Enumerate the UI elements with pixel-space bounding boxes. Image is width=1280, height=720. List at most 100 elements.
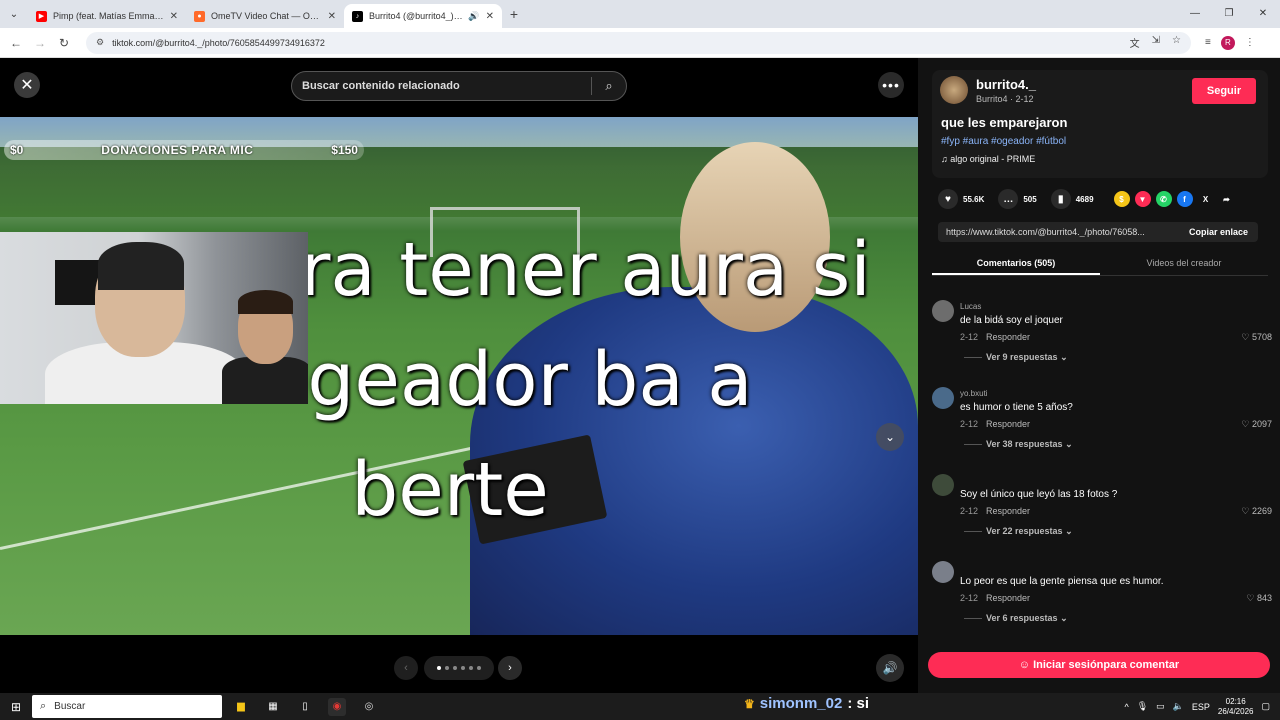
repost-icon[interactable]: ▼ xyxy=(1134,191,1151,207)
carousel-dot[interactable] xyxy=(453,666,457,670)
tray-expand-icon[interactable]: ^ xyxy=(1124,702,1128,712)
view-replies[interactable]: Ver 22 respuestas ⌄ xyxy=(964,526,1073,537)
carousel-dot[interactable] xyxy=(437,666,441,670)
url-field[interactable]: ⚙ tiktok.com/@burrito4._/photo/760585449… xyxy=(86,31,1191,54)
new-tab-button[interactable]: + xyxy=(502,6,526,22)
install-app-icon[interactable]: ⇲ xyxy=(1152,35,1160,50)
comment-like[interactable]: ♡ 843 xyxy=(1246,593,1272,604)
close-tab-icon[interactable]: ✕ xyxy=(486,11,494,22)
facebook-icon[interactable]: f xyxy=(1176,191,1193,207)
address-bar-row: ← → ↻ ⚙ tiktok.com/@burrito4._/photo/760… xyxy=(0,28,1280,58)
comment-item: yo.bxuti es humor o tiene 5 años? 2-12 Re… xyxy=(932,379,1272,466)
comment-item: Soy el único que leyó las 18 fotos ? 2-1… xyxy=(932,466,1272,553)
post-link[interactable]: https://www.tiktok.com/@burrito4._/photo… xyxy=(938,227,1179,237)
close-viewer-button[interactable]: ✕ xyxy=(14,72,40,98)
commenter-avatar[interactable] xyxy=(932,561,954,583)
save-count: 4689 xyxy=(1075,194,1094,204)
comment-like[interactable]: ♡ 2097 xyxy=(1241,419,1272,430)
related-search-box[interactable]: Buscar contenido relacionado ⌕ xyxy=(291,71,627,101)
tab-comments[interactable]: Comentarios (505) xyxy=(932,254,1100,275)
commenter-avatar[interactable] xyxy=(932,300,954,322)
carousel-dot[interactable] xyxy=(469,666,473,670)
clock[interactable]: 02:16 26/4/2026 xyxy=(1218,697,1254,717)
webcam-headset xyxy=(98,242,184,290)
next-photo-button[interactable]: › xyxy=(498,656,522,680)
document-icon[interactable]: ▯ xyxy=(296,698,314,716)
view-replies[interactable]: Ver 6 respuestas ⌄ xyxy=(964,613,1068,624)
carousel-dot[interactable] xyxy=(461,666,465,670)
commenter-name[interactable]: Lucas xyxy=(960,302,981,311)
reply-button[interactable]: Responder xyxy=(986,332,1030,342)
more-options-button[interactable]: ••• xyxy=(878,72,904,98)
microphone-icon[interactable]: 🎙 xyxy=(1137,701,1148,712)
language-indicator[interactable]: ESP xyxy=(1192,702,1210,712)
follow-button[interactable]: Seguir xyxy=(1192,78,1256,104)
author-nickname-date: Burrito4 · 2-12 xyxy=(976,94,1034,104)
reply-button[interactable]: Responder xyxy=(986,593,1030,603)
share-arrow-icon[interactable]: ➦ xyxy=(1219,191,1235,207)
media-controls-icon[interactable]: ≡ xyxy=(1205,37,1211,48)
site-info-icon[interactable]: ⚙ xyxy=(96,37,104,48)
minimize-icon[interactable]: — xyxy=(1178,0,1212,28)
bookmark-star-icon[interactable]: ☆ xyxy=(1172,35,1181,50)
tab-search-chevron-icon[interactable]: ⌄ xyxy=(0,0,28,28)
forward-icon[interactable]: → xyxy=(28,36,52,50)
close-tab-icon[interactable]: ✕ xyxy=(170,11,178,22)
browser-tab-ometv[interactable]: ● OmeTV Video Chat — Omegle ✕ xyxy=(186,4,344,28)
restore-icon[interactable]: ❐ xyxy=(1212,0,1246,28)
store-icon[interactable]: ▦ xyxy=(264,698,282,716)
next-post-button[interactable]: ⌄ xyxy=(876,423,904,451)
previous-photo-button[interactable]: ‹ xyxy=(394,656,418,680)
copy-link-button[interactable]: Copiar enlace xyxy=(1179,227,1258,237)
save-action[interactable]: ▮ 4689 xyxy=(1050,189,1094,209)
close-window-icon[interactable]: ✕ xyxy=(1246,0,1280,28)
comment-like[interactable]: ♡ 2269 xyxy=(1241,506,1272,517)
obs-icon[interactable]: ◎ xyxy=(360,698,378,716)
notifications-icon[interactable]: ▢ xyxy=(1261,701,1270,712)
commenter-avatar[interactable] xyxy=(932,387,954,409)
profile-avatar[interactable]: R xyxy=(1220,35,1235,50)
browser-tab-tiktok[interactable]: ♪ Burrito4 (@burrito4_) | TikT 🔊 ✕ xyxy=(344,4,502,28)
browser-tab-youtube[interactable]: ▶ Pimp (feat. Matías Emmanuel) ✕ xyxy=(28,4,186,28)
translate-icon[interactable]: 文 xyxy=(1130,35,1140,50)
login-to-comment-button[interactable]: ☺ Iniciar sesiónpara comentar xyxy=(928,652,1270,678)
commenter-name[interactable]: yo.bxuti xyxy=(960,389,988,398)
like-action[interactable]: ♥ 55.6K xyxy=(938,189,984,209)
volume-icon[interactable]: 🔈 xyxy=(1173,701,1184,712)
close-tab-icon[interactable]: ✕ xyxy=(328,11,336,22)
post-sidebar: burrito4._ Burrito4 · 2-12 Seguir que le… xyxy=(918,58,1280,693)
taskbar-search[interactable]: ⌕ Buscar xyxy=(32,695,222,718)
author-name[interactable]: burrito4._ xyxy=(976,77,1036,92)
taskbar-search-label: Buscar xyxy=(54,701,86,712)
view-replies[interactable]: Ver 9 respuestas ⌄ xyxy=(964,352,1068,363)
back-icon[interactable]: ← xyxy=(4,36,28,50)
comment-count: 505 xyxy=(1023,194,1037,204)
author-avatar[interactable] xyxy=(940,76,968,104)
clock-time: 02:16 xyxy=(1225,696,1246,706)
carousel-dot[interactable] xyxy=(445,666,449,670)
reload-icon[interactable]: ↻ xyxy=(52,36,76,50)
comment-like[interactable]: ♡ 5708 xyxy=(1241,332,1272,343)
post-hashtags[interactable]: #fyp #aura #ogeador #fútbol xyxy=(941,136,1066,147)
search-icon[interactable]: ⌕ xyxy=(592,78,626,94)
comment-action[interactable]: … 505 xyxy=(998,189,1037,209)
reply-button[interactable]: Responder xyxy=(986,506,1030,516)
coin-icon[interactable]: $ xyxy=(1113,191,1130,207)
reply-button[interactable]: Responder xyxy=(986,419,1030,429)
windows-start-icon[interactable]: ⊞ xyxy=(0,700,32,714)
audio-playing-icon[interactable]: 🔊 xyxy=(468,11,479,22)
whatsapp-icon[interactable]: ✆ xyxy=(1155,191,1172,207)
browser-menu-icon[interactable]: ⋮ xyxy=(1245,37,1255,48)
file-explorer-icon[interactable]: ▆ xyxy=(232,698,250,716)
chrome-icon[interactable]: ◉ xyxy=(328,697,346,716)
tab-creator-videos[interactable]: Videos del creador xyxy=(1100,254,1268,275)
carousel-dot[interactable] xyxy=(477,666,481,670)
view-replies[interactable]: Ver 38 respuestas ⌄ xyxy=(964,439,1073,450)
search-input[interactable]: Buscar contenido relacionado xyxy=(302,80,591,92)
comment-like-count: 843 xyxy=(1256,593,1272,603)
network-icon[interactable]: ▭ xyxy=(1156,701,1165,712)
commenter-avatar[interactable] xyxy=(932,474,954,496)
x-icon[interactable]: X xyxy=(1198,191,1214,207)
volume-button[interactable]: 🔊 xyxy=(876,654,904,682)
music-row[interactable]: ♫ algo original - PRIME xyxy=(941,154,1035,164)
